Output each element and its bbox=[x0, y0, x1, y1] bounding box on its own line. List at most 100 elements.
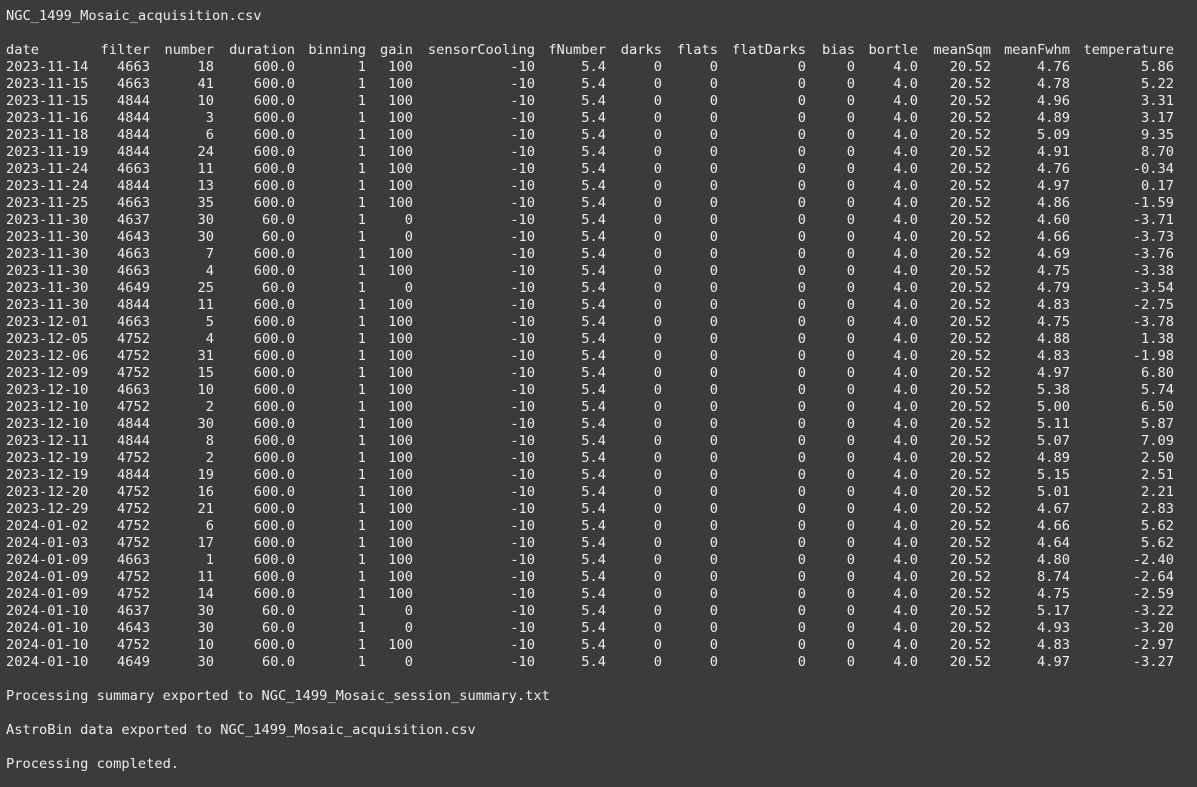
col-sensor-cooling-cell: -10 bbox=[510, 620, 535, 636]
col-duration-cell: 600.0 bbox=[253, 586, 295, 602]
col-fnumber-header: fNumber bbox=[548, 42, 606, 58]
col-sensor-cooling-cell: -10 bbox=[510, 535, 535, 551]
col-darks-cell: 0 bbox=[653, 654, 662, 670]
col-binning-cell: 1 bbox=[357, 127, 366, 143]
col-number-cell: 35 bbox=[197, 195, 214, 211]
col-filter-cell: 4844 bbox=[117, 433, 150, 449]
col-darks-cell: 0 bbox=[653, 110, 662, 126]
col-gain-cell: 100 bbox=[388, 314, 413, 330]
col-temperature-cell: 5.87 bbox=[1141, 416, 1174, 432]
col-bias-cell: 0 bbox=[846, 127, 855, 143]
col-binning-cell: 1 bbox=[357, 416, 366, 432]
col-binning-header: binning bbox=[308, 42, 366, 58]
col-flats-cell: 0 bbox=[709, 416, 718, 432]
col-flat-darks-cell: 0 bbox=[797, 59, 806, 75]
table-row: 2023-12-05 4752 4 600.0 1 100 -10 5.4 0 0 0 0 4.0 20.… bbox=[6, 331, 1191, 348]
col-sensor-cooling-cell: -10 bbox=[510, 637, 535, 653]
col-mean-sqm-cell: 20.52 bbox=[949, 263, 991, 279]
col-bortle-cell: 4.0 bbox=[893, 297, 918, 313]
col-duration-cell: 600.0 bbox=[253, 263, 295, 279]
col-flats-cell: 0 bbox=[709, 195, 718, 211]
col-gain-cell: 100 bbox=[388, 263, 413, 279]
table-row: 2023-11-30 4649 25 60.0 1 0 -10 5.4 0 0 0 0 4.0 20.52… bbox=[6, 280, 1191, 297]
col-flats-cell: 0 bbox=[709, 263, 718, 279]
table-row: 2024-01-09 4752 11 600.0 1 100 -10 5.4 0 0 0 0 4.0 20… bbox=[6, 569, 1191, 586]
col-temperature-cell: 9.35 bbox=[1141, 127, 1174, 143]
col-sensor-cooling-cell: -10 bbox=[510, 144, 535, 160]
col-flat-darks-cell: 0 bbox=[797, 416, 806, 432]
col-mean-fwhm-cell: 5.01 bbox=[1037, 484, 1070, 500]
table-row: 2023-12-10 4844 30 600.0 1 100 -10 5.4 0 0 0 0 4.0 20… bbox=[6, 416, 1191, 433]
col-gain-cell: 100 bbox=[388, 246, 413, 262]
col-date-cell: 2023-12-09 bbox=[6, 365, 89, 381]
col-date-cell: 2023-11-30 bbox=[6, 280, 89, 296]
col-flats-cell: 0 bbox=[709, 331, 718, 347]
col-mean-fwhm-cell: 5.11 bbox=[1037, 416, 1070, 432]
col-mean-fwhm-cell: 5.00 bbox=[1037, 399, 1070, 415]
col-flat-darks-cell: 0 bbox=[797, 144, 806, 160]
table-row: 2023-11-30 4637 30 60.0 1 0 -10 5.4 0 0 0 0 4.0 20.52… bbox=[6, 212, 1191, 229]
table-row: 2023-11-15 4663 41 600.0 1 100 -10 5.4 0 0 0 0 4.0 20… bbox=[6, 76, 1191, 93]
col-sensor-cooling-cell: -10 bbox=[510, 263, 535, 279]
col-date-cell: 2023-11-24 bbox=[6, 161, 89, 177]
col-darks-cell: 0 bbox=[653, 450, 662, 466]
col-fnumber-cell: 5.4 bbox=[581, 297, 606, 313]
col-fnumber-cell: 5.4 bbox=[581, 586, 606, 602]
col-filter-cell: 4663 bbox=[117, 263, 150, 279]
col-sensor-cooling-cell: -10 bbox=[510, 416, 535, 432]
col-binning-cell: 1 bbox=[357, 586, 366, 602]
col-flats-cell: 0 bbox=[709, 501, 718, 517]
col-temperature-cell: 5.74 bbox=[1141, 382, 1174, 398]
col-flats-cell: 0 bbox=[709, 552, 718, 568]
col-flats-cell: 0 bbox=[709, 246, 718, 262]
col-duration-cell: 600.0 bbox=[253, 144, 295, 160]
col-date-cell: 2023-11-30 bbox=[6, 297, 89, 313]
table-row: 2023-11-30 4643 30 60.0 1 0 -10 5.4 0 0 0 0 4.0 20.52… bbox=[6, 229, 1191, 246]
col-gain-cell: 100 bbox=[388, 365, 413, 381]
col-duration-header: duration bbox=[229, 42, 295, 58]
col-flats-cell: 0 bbox=[709, 399, 718, 415]
col-flats-cell: 0 bbox=[709, 76, 718, 92]
col-binning-cell: 1 bbox=[357, 603, 366, 619]
col-mean-sqm-cell: 20.52 bbox=[949, 76, 991, 92]
col-number-cell: 30 bbox=[197, 603, 214, 619]
col-date-cell: 2024-01-09 bbox=[6, 569, 89, 585]
col-mean-sqm-cell: 20.52 bbox=[949, 433, 991, 449]
col-flat-darks-cell: 0 bbox=[797, 484, 806, 500]
col-bias-cell: 0 bbox=[846, 586, 855, 602]
col-date-cell: 2023-11-30 bbox=[6, 263, 89, 279]
col-bias-cell: 0 bbox=[846, 637, 855, 653]
col-darks-cell: 0 bbox=[653, 297, 662, 313]
col-bias-cell: 0 bbox=[846, 467, 855, 483]
col-gain-cell: 100 bbox=[388, 297, 413, 313]
col-bias-cell: 0 bbox=[846, 433, 855, 449]
col-darks-cell: 0 bbox=[653, 127, 662, 143]
col-gain-cell: 100 bbox=[388, 467, 413, 483]
col-duration-cell: 600.0 bbox=[253, 365, 295, 381]
col-bortle-cell: 4.0 bbox=[893, 263, 918, 279]
col-filter-cell: 4637 bbox=[117, 212, 150, 228]
terminal-output[interactable]: NGC_1499_Mosaic_acquisition.csv date filt… bbox=[6, 8, 1191, 773]
col-mean-sqm-header: meanSqm bbox=[933, 42, 991, 58]
col-bortle-cell: 4.0 bbox=[893, 246, 918, 262]
col-bias-cell: 0 bbox=[846, 331, 855, 347]
col-binning-cell: 1 bbox=[357, 637, 366, 653]
col-duration-cell: 600.0 bbox=[253, 348, 295, 364]
col-flat-darks-cell: 0 bbox=[797, 127, 806, 143]
col-gain-cell: 100 bbox=[388, 127, 413, 143]
col-fnumber-cell: 5.4 bbox=[581, 501, 606, 517]
col-date-cell: 2023-11-30 bbox=[6, 212, 89, 228]
col-date-cell: 2024-01-03 bbox=[6, 535, 89, 551]
col-bortle-cell: 4.0 bbox=[893, 76, 918, 92]
col-fnumber-cell: 5.4 bbox=[581, 552, 606, 568]
col-temperature-cell: -3.71 bbox=[1132, 212, 1174, 228]
col-duration-cell: 600.0 bbox=[253, 637, 295, 653]
col-flats-cell: 0 bbox=[709, 654, 718, 670]
col-darks-cell: 0 bbox=[653, 178, 662, 194]
col-bortle-cell: 4.0 bbox=[893, 161, 918, 177]
col-darks-cell: 0 bbox=[653, 59, 662, 75]
col-darks-cell: 0 bbox=[653, 433, 662, 449]
col-mean-sqm-cell: 20.52 bbox=[949, 246, 991, 262]
col-date-cell: 2023-12-05 bbox=[6, 331, 89, 347]
col-bias-cell: 0 bbox=[846, 59, 855, 75]
